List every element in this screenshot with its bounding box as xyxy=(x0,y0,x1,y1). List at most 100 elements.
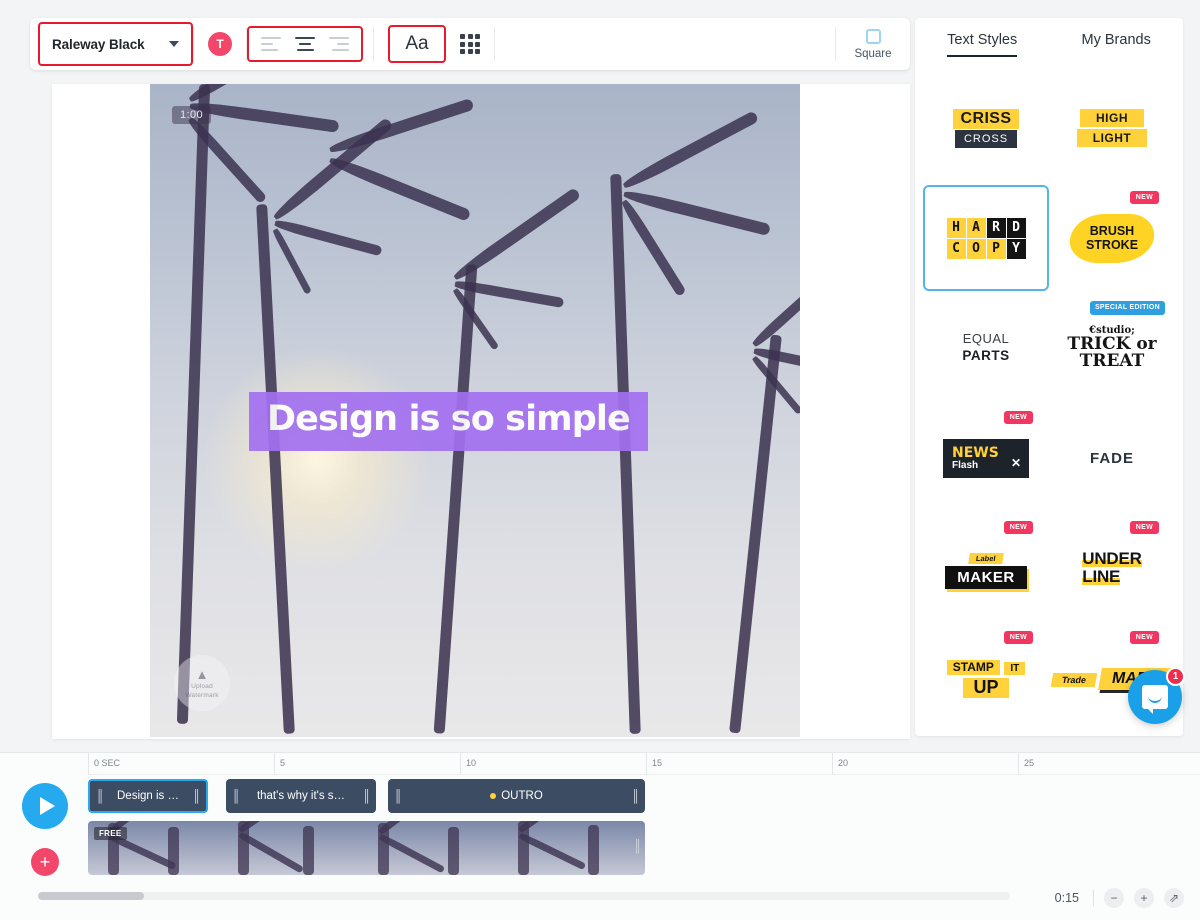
play-button[interactable] xyxy=(22,783,68,829)
timeline-scrollbar-thumb[interactable] xyxy=(38,892,144,900)
text-case-label: Aa xyxy=(405,33,429,54)
badge-new: NEW xyxy=(1129,191,1159,204)
palm-frond xyxy=(271,227,312,295)
style-card-fade[interactable]: FADE xyxy=(1049,405,1175,511)
video-clip[interactable]: FREE ║ xyxy=(88,821,645,875)
style-line-2: LIGHT xyxy=(1076,129,1148,147)
ruler-tick-label: 20 xyxy=(838,758,849,768)
style-line-2: TREAT xyxy=(1079,351,1145,371)
style-card-hard-copy[interactable]: H A R D C O P Y xyxy=(923,185,1049,291)
hc-letter: H xyxy=(946,217,966,238)
timeline-ruler[interactable]: 0 SEC 5 10 15 20 25 xyxy=(88,753,1200,775)
add-media-button[interactable]: + xyxy=(31,848,59,876)
align-center-icon[interactable] xyxy=(295,37,315,51)
palm-trunk xyxy=(433,264,478,734)
clip-handle-right[interactable]: ║ xyxy=(192,789,200,803)
style-line-2: IT xyxy=(1004,662,1026,676)
palm-frond xyxy=(621,110,760,192)
text-case-button[interactable]: Aa xyxy=(388,25,446,63)
text-clip-1[interactable]: ║ Design is … ║ xyxy=(88,779,208,813)
timeline: 0 SEC 5 10 15 20 25 + ║ Design is … ║ ║ … xyxy=(0,752,1200,920)
palm-frond xyxy=(451,187,582,283)
palm-frond xyxy=(189,100,340,133)
badge-new: NEW xyxy=(1003,411,1033,424)
style-card-criss-cross[interactable]: CRISS CROSS xyxy=(923,75,1049,181)
timeline-scrollbar-track[interactable] xyxy=(38,892,1010,900)
text-clip-3[interactable]: ║ OUTRO ║ xyxy=(388,779,645,813)
news-flash-thumb: NEWS Flash ✕ xyxy=(943,438,1029,478)
text-color-group: T xyxy=(194,18,246,70)
clip-marker-dot xyxy=(490,792,497,799)
palm-frond xyxy=(327,154,472,222)
canvas-text-layer[interactable]: Design is so simple xyxy=(249,392,648,451)
canvas-card: 1:00 ▲ Upload Watermark Design is so sim… xyxy=(52,84,910,739)
style-card-brush-stroke[interactable]: NEW BRUSH STROKE xyxy=(1049,185,1175,291)
hc-letter: Y xyxy=(1006,238,1026,259)
clip-handle-right[interactable]: ║ xyxy=(631,789,639,803)
style-card-stamp-it-up[interactable]: NEW STAMP IT UP xyxy=(923,625,1049,731)
tab-my-brands[interactable]: My Brands xyxy=(1082,32,1151,57)
style-line-1: STAMP xyxy=(946,660,1000,676)
style-line-1: HIGH xyxy=(1080,109,1144,127)
ruler-tick: 15 xyxy=(646,753,662,775)
duration-badge: 1:00 xyxy=(172,106,212,124)
style-card-high-light[interactable]: HIGH LIGHT xyxy=(1049,75,1175,181)
align-left-icon[interactable] xyxy=(261,37,281,51)
clip-label: that's why it's s… xyxy=(256,790,346,802)
plus-icon: + xyxy=(39,852,51,872)
style-line-1: UNDER xyxy=(1082,549,1142,569)
clip-handle-left[interactable]: ║ xyxy=(96,789,104,803)
badge-new: NEW xyxy=(1129,521,1159,534)
style-card-equal-parts[interactable]: EQUAL PARTS xyxy=(923,295,1049,401)
under-line-thumb: UNDER LINE xyxy=(1082,549,1142,586)
canvas-ratio-button[interactable]: Square xyxy=(836,18,910,70)
style-card-under-line[interactable]: NEW UNDER LINE xyxy=(1049,515,1175,621)
ruler-tick-label: 15 xyxy=(652,758,663,768)
canvas-text-content: Design is so simple xyxy=(267,399,631,439)
ruler-tick-label: 25 xyxy=(1024,758,1035,768)
text-color-button[interactable]: T xyxy=(208,32,232,56)
tab-text-styles[interactable]: Text Styles xyxy=(947,32,1018,57)
palm-frond xyxy=(328,97,475,156)
chat-widget-button[interactable]: 1 xyxy=(1128,667,1185,724)
stamp-it-up-thumb: STAMP IT UP xyxy=(923,658,1049,698)
style-line-2: MAKER xyxy=(945,565,1027,589)
trick-or-treat-thumb: €studio; TRICK or TREAT xyxy=(1067,326,1156,370)
style-card-news-flash[interactable]: NEW NEWS Flash ✕ xyxy=(923,405,1049,511)
clip-handle-right[interactable]: ║ xyxy=(362,789,370,803)
hc-letter: R xyxy=(986,217,1006,238)
video-clip-handle-right[interactable]: ║ xyxy=(633,839,641,853)
style-card-trick-or-treat[interactable]: SPECIAL EDITION €studio; TRICK or TREAT xyxy=(1049,295,1175,401)
style-line-1: Label xyxy=(968,552,1004,564)
video-canvas[interactable]: 1:00 ▲ Upload Watermark Design is so sim… xyxy=(150,84,800,737)
font-family-select[interactable]: Raleway Black xyxy=(38,22,193,66)
ruler-tick: 5 xyxy=(274,753,285,775)
clip-handle-left[interactable]: ║ xyxy=(394,789,402,803)
style-card-label-maker[interactable]: NEW Label MAKER xyxy=(923,515,1049,621)
text-clip-2[interactable]: ║ that's why it's s… ║ xyxy=(226,779,376,813)
grid-group xyxy=(446,18,494,70)
align-right-icon[interactable] xyxy=(329,37,349,51)
hc-letter: C xyxy=(946,238,966,259)
play-icon xyxy=(39,797,55,815)
fit-screen-icon[interactable]: ⇗ xyxy=(1164,888,1184,908)
plus-icon[interactable]: + xyxy=(1134,888,1154,908)
style-line-3: UP xyxy=(963,677,1009,698)
brush-stroke-thumb: BRUSH STROKE xyxy=(1070,214,1154,263)
chevron-down-icon xyxy=(169,41,179,47)
clip-handle-left[interactable]: ║ xyxy=(232,789,240,803)
ruler-tick: 25 xyxy=(1018,753,1034,775)
font-family-label: Raleway Black xyxy=(52,36,145,52)
canvas-ratio-label: Square xyxy=(854,47,892,60)
toolbar-divider xyxy=(494,27,495,61)
style-line-1: NEWS xyxy=(952,444,999,461)
watermark-line-1: Upload xyxy=(191,682,213,690)
palm-trunk xyxy=(610,173,641,735)
ruler-tick: 10 xyxy=(460,753,476,775)
grid-icon[interactable] xyxy=(460,34,480,54)
badge-new: NEW xyxy=(1129,631,1159,644)
clip-label: OUTRO xyxy=(402,790,632,802)
free-badge: FREE xyxy=(94,827,127,840)
minus-icon[interactable]: − xyxy=(1104,888,1124,908)
upload-watermark-button[interactable]: ▲ Upload Watermark xyxy=(174,655,230,711)
